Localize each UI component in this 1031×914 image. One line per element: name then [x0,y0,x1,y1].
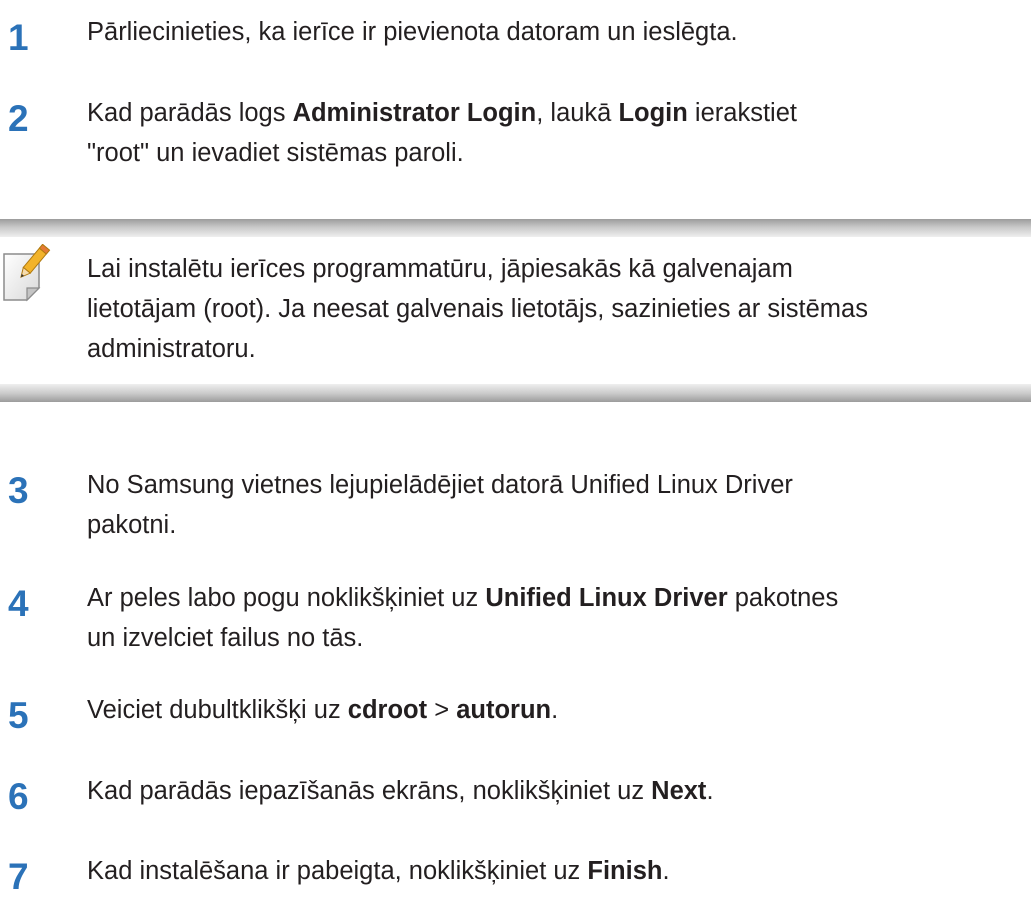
step-line: un izvelciet failus no tās. [87,618,1029,658]
note-text: Lai instalētu ierīces programmatūru, jāp… [87,249,1031,369]
text-run: , laukā [536,99,619,127]
step-text: No Samsung vietnes lejupielādējiet dator… [87,465,1029,545]
step-number: 2 [8,98,29,139]
step-line: "root" un ievadiet sistēmas paroli. [87,133,1029,173]
note-line: lietotājam (root). Ja neesat galvenais l… [87,295,868,323]
text-run: > [427,696,457,724]
step-number: 1 [8,17,29,58]
ui-term: Finish [587,857,663,885]
step-number: 6 [8,776,29,817]
step-number: 7 [8,856,29,897]
note-line: administratoru. [87,335,256,363]
text-run: Pārliecinieties, ka ierīce ir pievienota… [87,18,738,46]
step-text: Ar peles labo pogu noklikšķiniet uz Unif… [87,578,1029,658]
step-line: pakotni. [87,505,1029,545]
text-run: Veiciet dubultklikšķi uz [87,696,348,724]
text-run: ierakstiet [687,99,797,127]
step-line: Kad parādās logs Administrator Login, la… [87,93,1029,133]
note-bottom-rule [0,384,1031,402]
step-text: Kad parādās iepazīšanās ekrāns, noklikšķ… [87,771,1029,811]
step-text: Kad instalēšana ir pabeigta, noklikšķini… [87,851,1029,891]
note-box: Lai instalētu ierīces programmatūru, jāp… [0,219,1031,402]
note-pencil-icon [1,243,55,304]
text-run: . [662,857,670,885]
step-text: Veiciet dubultklikšķi uz cdroot > autoru… [87,690,1029,730]
ui-term: Administrator Login [292,99,537,127]
step-number: 4 [8,583,29,624]
text-run: Kad instalēšana ir pabeigta, noklikšķini… [87,857,588,885]
text-run: pakotnes [727,584,839,612]
text-run: pakotni. [87,511,177,539]
step-text: Kad parādās logs Administrator Login, la… [87,93,1029,173]
text-run: Kad parādās logs [87,99,293,127]
step-line: No Samsung vietnes lejupielādējiet dator… [87,465,1029,505]
text-run: No Samsung vietnes lejupielādējiet dator… [87,471,793,499]
step-number: 5 [8,695,29,736]
ui-term: Login [618,99,688,127]
step-line: Veiciet dubultklikšķi uz cdroot > autoru… [87,690,1029,730]
ui-term: cdroot [347,696,428,724]
text-run: un izvelciet failus no tās. [87,624,364,652]
text-run: . [551,696,559,724]
note-top-rule [0,219,1031,237]
text-run: "root" un ievadiet sistēmas paroli. [87,139,464,167]
step-number: 3 [8,470,29,511]
step-text: Pārliecinieties, ka ierīce ir pievienota… [87,12,1029,52]
text-run: Ar peles labo pogu noklikšķiniet uz [87,584,486,612]
note-line: Lai instalētu ierīces programmatūru, jāp… [87,255,793,283]
step-line: Kad parādās iepazīšanās ekrāns, noklikšķ… [87,771,1029,811]
ui-term: Next [651,777,707,805]
step-line: Ar peles labo pogu noklikšķiniet uz Unif… [87,578,1029,618]
step-line: Kad instalēšana ir pabeigta, noklikšķini… [87,851,1029,891]
ui-term: Unified Linux Driver [485,584,728,612]
text-run: . [706,777,714,805]
ui-term: autorun [456,696,552,724]
text-run: Kad parādās iepazīšanās ekrāns, noklikšķ… [87,777,652,805]
step-line: Pārliecinieties, ka ierīce ir pievienota… [87,12,1029,52]
